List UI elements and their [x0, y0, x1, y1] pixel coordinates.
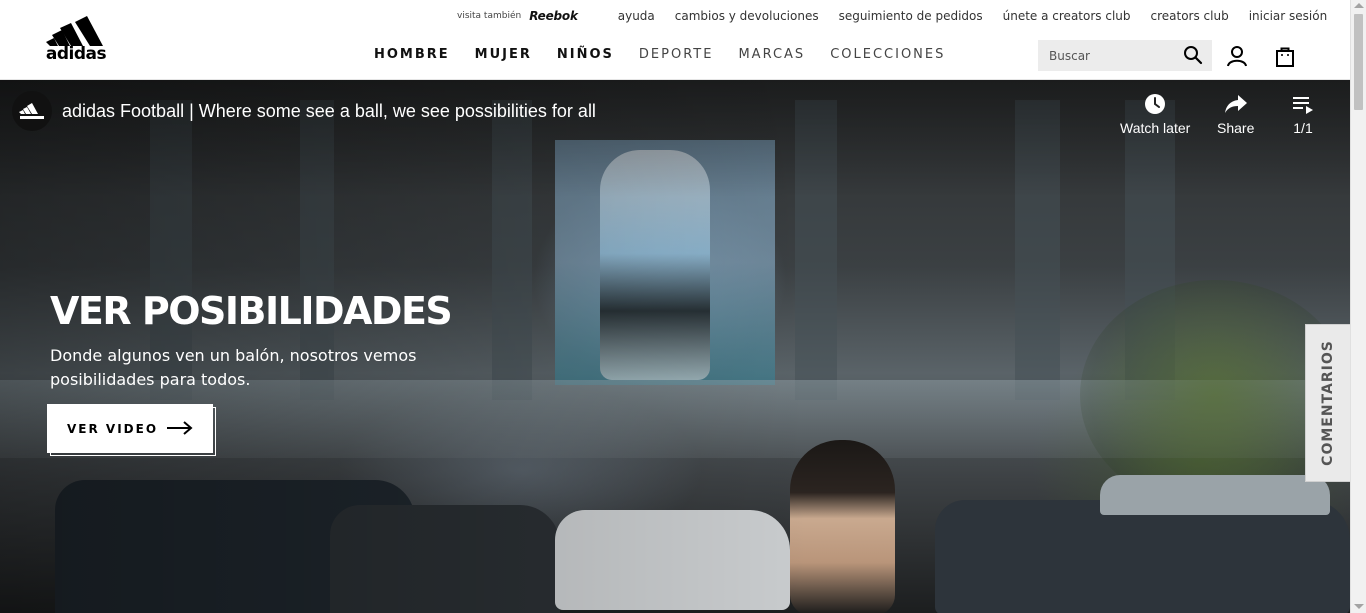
util-link-join-creators-club[interactable]: únete a creators club: [1003, 9, 1131, 23]
main-nav: HOMBRE MUJER NIÑOS DEPORTE MARCAS COLECC…: [374, 47, 970, 62]
watch-later-label: Watch later: [1120, 120, 1191, 136]
scroll-down-arrow-icon[interactable]: [1354, 604, 1364, 609]
reebok-link[interactable]: Reebok: [529, 9, 578, 23]
util-link-creators-club[interactable]: creators club: [1151, 9, 1229, 23]
util-link-returns[interactable]: cambios y devoluciones: [675, 9, 819, 23]
scrollbar-thumb[interactable]: [1354, 14, 1363, 110]
adidas-stripes-icon: [46, 16, 103, 46]
site-header: adidas visita también Reebok ayuda cambi…: [0, 0, 1350, 80]
playlist-button[interactable]: 1/1: [1292, 92, 1314, 136]
adidas-logo-icon: [19, 103, 44, 119]
cta-label: VER VIDEO: [67, 421, 159, 436]
playlist-count: 1/1: [1293, 120, 1313, 136]
hero-video[interactable]: adidas Football | Where some see a ball,…: [0, 80, 1350, 613]
page-scrollbar[interactable]: [1350, 0, 1366, 613]
user-icon[interactable]: [1226, 45, 1248, 67]
search-input[interactable]: [1038, 48, 1178, 63]
bag-icon[interactable]: [1274, 45, 1296, 67]
nav-item-marcas[interactable]: MARCAS: [738, 47, 805, 62]
utility-bar: visita también Reebok ayuda cambios y de…: [457, 8, 1327, 24]
playlist-icon: [1293, 97, 1313, 114]
arrow-right-icon: [167, 421, 193, 435]
hero-subtitle: Donde algunos ven un balón, nosotros vem…: [50, 346, 417, 389]
share-button[interactable]: Share: [1217, 92, 1254, 136]
comments-tab[interactable]: COMENTARIOS: [1305, 324, 1350, 482]
nav-item-mujer[interactable]: MUJER: [475, 47, 532, 62]
logo-wordmark: adidas: [45, 44, 107, 64]
video-title[interactable]: adidas Football | Where some see a ball,…: [62, 101, 596, 122]
watch-video-button[interactable]: VER VIDEO: [47, 404, 213, 453]
nav-item-hombre[interactable]: HOMBRE: [374, 47, 450, 62]
share-label: Share: [1217, 120, 1255, 136]
comments-label: COMENTARIOS: [1320, 340, 1337, 466]
nav-item-deporte[interactable]: DEPORTE: [639, 47, 714, 62]
clock-icon: [1145, 94, 1166, 114]
adidas-logo[interactable]: adidas: [40, 16, 112, 66]
nav-item-colecciones[interactable]: COLECCIONES: [830, 47, 945, 62]
watch-video-cta[interactable]: VER VIDEO: [47, 404, 216, 456]
visit-also-label: visita también: [457, 11, 522, 21]
nav-item-ninos[interactable]: NIÑOS: [557, 47, 614, 62]
scroll-up-arrow-icon[interactable]: [1354, 3, 1364, 8]
watch-later-button[interactable]: Watch later: [1120, 92, 1190, 136]
util-link-sign-in[interactable]: iniciar sesión: [1249, 9, 1327, 23]
search-icon[interactable]: [1183, 45, 1203, 65]
hero-title: VER POSIBILIDADES: [50, 289, 453, 333]
search-box: [1038, 40, 1212, 71]
channel-avatar[interactable]: [12, 91, 52, 131]
share-icon: [1224, 95, 1247, 113]
util-link-help[interactable]: ayuda: [618, 9, 655, 23]
util-link-order-tracking[interactable]: seguimiento de pedidos: [839, 9, 983, 23]
